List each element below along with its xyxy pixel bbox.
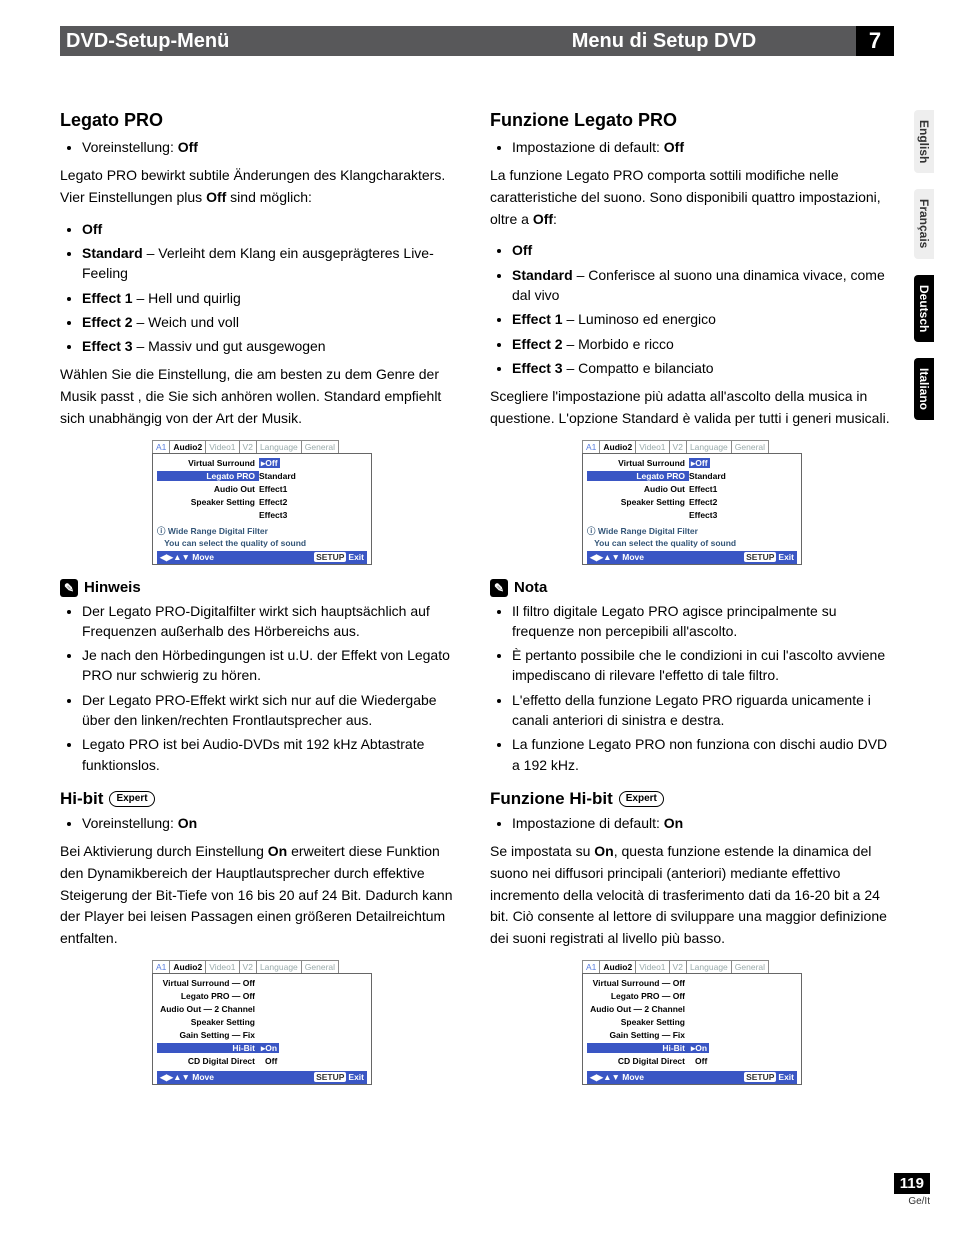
it-notes-list: Il filtro digitale Legato PRO agisce pri…: [490, 601, 894, 775]
osd-hibit-de: A1 Audio2 Video1 V2 Language General Vir…: [152, 960, 372, 1085]
de-notes-list: Der Legato PRO-Digitalfilter wirkt sich …: [60, 601, 464, 775]
de-hibit-heading: Hi-bit Expert: [60, 789, 464, 809]
column-german: Legato PRO Voreinstellung: Off Legato PR…: [60, 110, 464, 1099]
side-tab-francais: Français: [914, 189, 934, 258]
de-hibit-default: Voreinstellung: On: [82, 813, 464, 833]
it-nota-heading: ✎ Nota: [490, 579, 894, 597]
de-default-line: Voreinstellung: Off: [82, 137, 464, 157]
page-locale: Ge/It: [894, 1196, 930, 1207]
de-legato-title: Legato PRO: [60, 110, 464, 131]
chapter-header: DVD-Setup-Menü Menu di Setup DVD 7: [60, 26, 894, 56]
it-options-list: Off Standard – Conferisce al suono una d…: [490, 240, 894, 378]
language-side-tabs: English Français Deutsch Italiano: [914, 110, 934, 420]
osd-hibit-it: A1 Audio2 Video1 V2 Language General Vir…: [582, 960, 802, 1085]
header-left-title: DVD-Setup-Menü: [60, 26, 466, 56]
header-right-title: Menu di Setup DVD: [466, 26, 856, 56]
de-intro: Legato PRO bewirkt subtile Änderungen de…: [60, 165, 464, 208]
osd-legato-it: A1 Audio2 Video1 V2 Language General Vir…: [582, 440, 802, 565]
de-hibit-body: Bei Aktivierung durch Einstellung On erw…: [60, 841, 464, 949]
side-tab-italiano: Italiano: [914, 358, 934, 420]
note-icon: ✎: [490, 579, 508, 597]
page-number-box: 119 Ge/It: [894, 1173, 930, 1207]
de-options-list: Off Standard – Verleiht dem Klang ein au…: [60, 219, 464, 357]
expert-badge: Expert: [109, 791, 154, 807]
it-hibit-body: Se impostata su On, questa funzione este…: [490, 841, 894, 949]
column-italian: Funzione Legato PRO Impostazione di defa…: [490, 110, 894, 1099]
it-legato-title: Funzione Legato PRO: [490, 110, 894, 131]
note-icon: ✎: [60, 579, 78, 597]
de-hinweis-heading: ✎ Hinweis: [60, 579, 464, 597]
de-choose: Wählen Sie die Einstellung, die am beste…: [60, 364, 464, 429]
it-choose: Scegliere l'impostazione più adatta all'…: [490, 386, 894, 429]
it-default-line: Impostazione di default: Off: [512, 137, 894, 157]
page-number: 119: [894, 1173, 930, 1194]
it-hibit-heading: Funzione Hi-bit Expert: [490, 789, 894, 809]
side-tab-deutsch: Deutsch: [914, 275, 934, 342]
it-intro: La funzione Legato PRO comporta sottili …: [490, 165, 894, 230]
expert-badge: Expert: [619, 791, 664, 807]
chapter-number: 7: [856, 26, 894, 56]
side-tab-english: English: [914, 110, 934, 173]
osd-legato-de: A1 Audio2 Video1 V2 Language General Vir…: [152, 440, 372, 565]
it-hibit-default: Impostazione di default: On: [512, 813, 894, 833]
